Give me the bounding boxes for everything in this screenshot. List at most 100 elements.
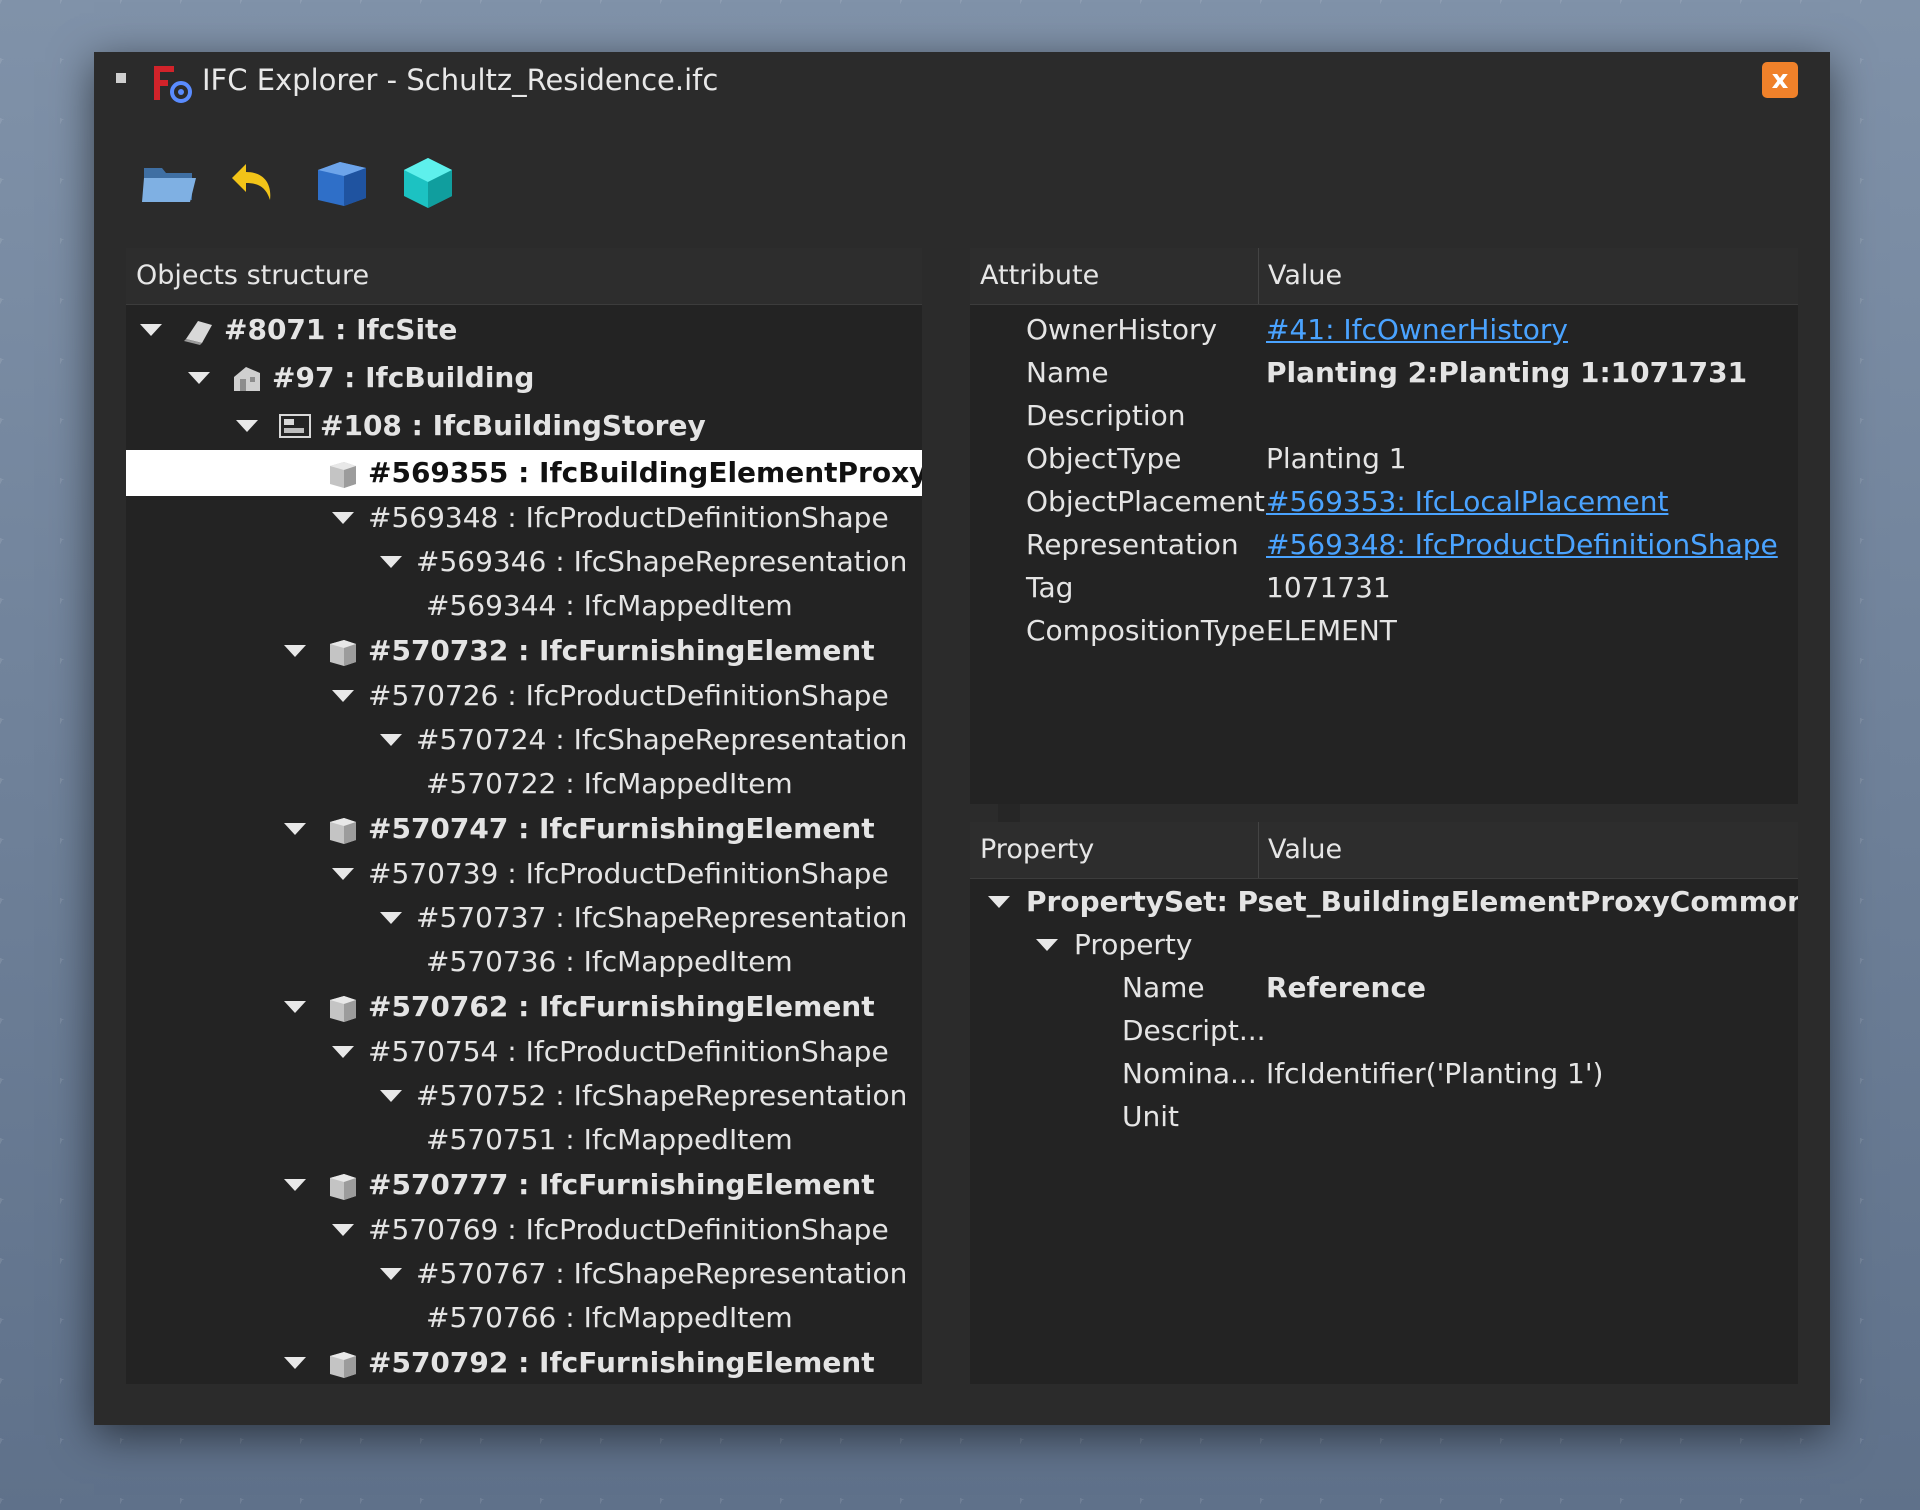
attribute-row[interactable]: OwnerHistory #41: IfcOwnerHistory [970,308,1798,351]
storey-icon [279,414,311,438]
tree-row-label: #570724 : IfcShapeRepresentation [416,723,908,756]
element-icon [330,640,356,666]
property-value-column-header[interactable]: Value [1258,822,1798,878]
tree-header: Objects structure [126,248,922,305]
attribute-link[interactable]: #569348: IfcProductDefinitionShape [1266,523,1778,566]
expand-arrow-icon[interactable] [332,868,354,880]
expand-arrow-icon[interactable] [284,1179,306,1191]
teal-cube-icon[interactable] [396,150,460,214]
expand-arrow-icon[interactable] [236,420,258,432]
tree-row[interactable]: #570766 : IfcMappedItem [126,1296,922,1340]
property-key: Name [1122,971,1205,1004]
attribute-row[interactable]: CompositionType ELEMENT [970,609,1798,652]
attribute-key: CompositionType [1026,614,1266,647]
tree-row-label: #570752 : IfcShapeRepresentation [416,1079,908,1112]
expand-arrow-icon[interactable] [380,556,402,568]
undo-icon[interactable] [224,150,288,214]
property-row[interactable]: Descript... [970,1009,1798,1052]
tree-row[interactable]: #570767 : IfcShapeRepresentation [126,1252,922,1296]
tree-row[interactable]: #569355 : IfcBuildingElementProxy [126,450,922,496]
expand-arrow-icon[interactable] [332,1046,354,1058]
attribute-value: Planting 2:Planting 1:1071731 [1266,356,1748,389]
attribute-link[interactable]: #569353: IfcLocalPlacement [1266,480,1668,523]
tree-row[interactable]: #570751 : IfcMappedItem [126,1118,922,1162]
tree-row-label: #570726 : IfcProductDefinitionShape [368,679,889,712]
expand-arrow-icon[interactable] [284,1357,306,1369]
tree-row[interactable]: #570747 : IfcFurnishingElement [126,806,922,852]
expand-arrow-icon[interactable] [284,1001,306,1013]
property-group-label: Property [1074,928,1193,961]
title-bar: IFC Explorer - Schultz_Residence.ifc x [94,52,1830,108]
expand-arrow-icon[interactable] [380,1268,402,1280]
expand-arrow-icon[interactable] [332,1224,354,1236]
value-column-header[interactable]: Value [1258,248,1798,304]
expand-arrow-icon[interactable] [284,823,306,835]
property-key: Descript... [1122,1014,1266,1047]
tree-row[interactable]: #570777 : IfcFurnishingElement [126,1162,922,1208]
window-menu-button[interactable] [116,73,126,83]
folder-icon[interactable] [138,150,202,214]
attribute-row[interactable]: Description [970,394,1798,437]
tree-row[interactable]: #570726 : IfcProductDefinitionShape [126,674,922,718]
attribute-row[interactable]: ObjectPlacement #569353: IfcLocalPlacemen… [970,480,1798,523]
tree-row[interactable]: #570754 : IfcProductDefinitionShape [126,1030,922,1074]
close-button[interactable]: x [1762,62,1798,98]
expand-arrow-icon[interactable] [284,645,306,657]
property-column-header[interactable]: Property [970,822,1258,878]
tree-row[interactable]: #570792 : IfcFurnishingElement [126,1340,922,1384]
attribute-column-header[interactable]: Attribute [970,248,1258,304]
attribute-row[interactable]: Name Planting 2:Planting 1:1071731 [970,351,1798,394]
tree-row[interactable]: #97 : IfcBuilding [126,354,922,402]
tree-row[interactable]: #8071 : IfcSite [126,306,922,354]
attributes-panel: Attribute Value OwnerHistory #41: IfcOwne… [970,248,1798,804]
attribute-link[interactable]: #41: IfcOwnerHistory [1266,308,1568,351]
expand-arrow-icon[interactable] [1036,939,1058,951]
expand-arrow-icon[interactable] [988,896,1010,908]
expand-arrow-icon[interactable] [380,734,402,746]
tree-row[interactable]: #570736 : IfcMappedItem [126,940,922,984]
tree-row[interactable]: #570752 : IfcShapeRepresentation [126,1074,922,1118]
tree-row[interactable]: #570739 : IfcProductDefinitionShape [126,852,922,896]
tree-header-label: Objects structure [136,260,370,291]
property-group-row[interactable]: Property [970,923,1798,966]
expand-arrow-icon[interactable] [380,1090,402,1102]
tree-row-label: #97 : IfcBuilding [272,361,535,394]
attribute-row[interactable]: Representation #569348: IfcProductDefinit… [970,523,1798,566]
tree-row[interactable]: #108 : IfcBuildingStorey [126,402,922,450]
element-icon [330,1352,356,1378]
property-row[interactable]: Unit [970,1095,1798,1138]
propertyset-row[interactable]: PropertySet: Pset_BuildingElementProxyCo… [970,880,1798,923]
tree-row[interactable]: #569346 : IfcShapeRepresentation [126,540,922,584]
attribute-row[interactable]: Tag 1071731 [970,566,1798,609]
tree-row[interactable]: #570722 : IfcMappedItem [126,762,922,806]
property-row[interactable]: Nomina... IfcIdentifier('Planting 1') [970,1052,1798,1095]
expand-arrow-icon[interactable] [332,512,354,524]
tree-row-label: #570767 : IfcShapeRepresentation [416,1257,908,1290]
expand-arrow-icon[interactable] [140,324,162,336]
tree-row[interactable]: #570724 : IfcShapeRepresentation [126,718,922,762]
properties-panel: Property Value PropertySet: Pset_Buildin… [970,822,1798,1384]
tree-row-label: #569344 : IfcMappedItem [426,589,793,622]
property-value: Reference [1266,971,1427,1004]
tree-row-label: #570739 : IfcProductDefinitionShape [368,857,889,890]
blue-cube-icon[interactable] [310,150,374,214]
attribute-row[interactable]: ObjectType Planting 1 [970,437,1798,480]
expand-arrow-icon[interactable] [332,690,354,702]
expand-arrow-icon[interactable] [188,372,210,384]
property-row[interactable]: Name Reference [970,966,1798,1009]
element-icon [330,1174,356,1200]
tree-row[interactable]: #570762 : IfcFurnishingElement [126,984,922,1030]
tree-row[interactable]: #570732 : IfcFurnishingElement [126,628,922,674]
tree-row[interactable]: #570737 : IfcShapeRepresentation [126,896,922,940]
tree-row[interactable]: #569344 : IfcMappedItem [126,584,922,628]
tree-row-label: #570762 : IfcFurnishingElement [368,990,875,1023]
tree-row-label: #570766 : IfcMappedItem [426,1301,793,1334]
attribute-value: ELEMENT [1266,614,1397,647]
tree-row[interactable]: #570769 : IfcProductDefinitionShape [126,1208,922,1252]
property-value: IfcIdentifier('Planting 1') [1266,1057,1604,1090]
tree-row[interactable]: #569348 : IfcProductDefinitionShape [126,496,922,540]
tree-row-label: #108 : IfcBuildingStorey [320,409,706,442]
element-icon [330,462,356,488]
tree-row-label: #570777 : IfcFurnishingElement [368,1168,875,1201]
expand-arrow-icon[interactable] [380,912,402,924]
